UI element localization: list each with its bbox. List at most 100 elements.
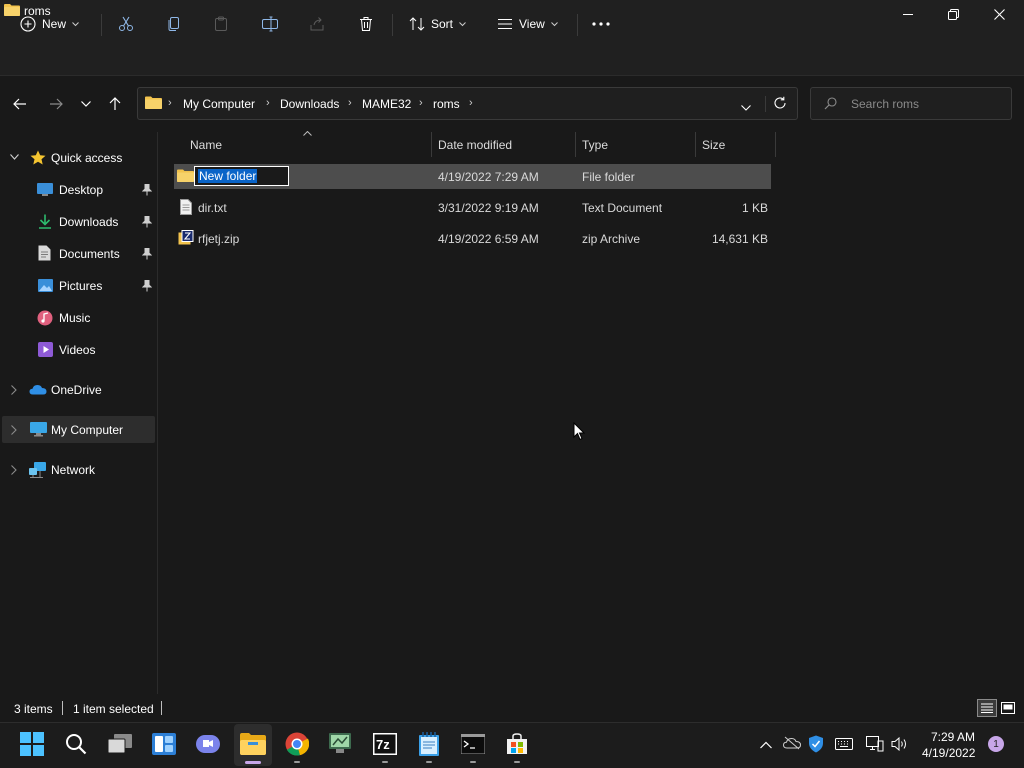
active-app-indicator (245, 761, 261, 764)
file-date: 4/19/2022 7:29 AM (438, 170, 539, 184)
pin-icon (142, 184, 152, 196)
column-header-type[interactable]: Type (582, 138, 608, 152)
sidebar-item-music[interactable]: Music (0, 305, 156, 331)
notification-badge[interactable]: 1 (988, 736, 1004, 752)
terminal-icon (461, 734, 485, 754)
copy-button[interactable] (166, 12, 182, 36)
forward-button[interactable] (46, 94, 66, 114)
widgets-icon (152, 733, 176, 755)
sidebar-item-onedrive[interactable]: OneDrive (0, 377, 156, 403)
chevron-down-icon (81, 101, 91, 107)
rename-input[interactable]: New folder (194, 166, 289, 186)
restore-button[interactable] (930, 0, 976, 28)
close-button[interactable] (976, 0, 1022, 28)
recent-locations-button[interactable] (76, 94, 96, 114)
onedrive-tray-button[interactable] (782, 736, 802, 753)
file-date: 3/31/2022 9:19 AM (438, 201, 539, 215)
running-indicator (426, 761, 432, 763)
file-explorer-taskbar-button[interactable] (240, 731, 266, 757)
folder-icon (4, 4, 20, 16)
sidebar-item-network[interactable]: Network (0, 457, 156, 483)
trash-icon (360, 17, 372, 31)
chevron-down-icon (10, 154, 19, 160)
sidebar-item-pictures[interactable]: Pictures (0, 273, 156, 299)
refresh-button[interactable] (773, 96, 787, 113)
file-date: 4/19/2022 6:59 AM (438, 232, 539, 246)
sidebar-item-desktop[interactable]: Desktop (0, 177, 156, 203)
sidebar-item-downloads[interactable]: Downloads (0, 209, 156, 235)
column-header-size[interactable]: Size (702, 138, 725, 152)
breadcrumb-mame32[interactable]: MAME32 (362, 97, 411, 111)
sidebar-label: Desktop (59, 183, 104, 197)
sort-icon (409, 17, 425, 31)
search-taskbar-button[interactable] (63, 731, 89, 757)
notepad-taskbar-button[interactable] (416, 731, 442, 757)
clock-date[interactable]: 4/19/2022 (922, 746, 975, 760)
breadcrumb-roms[interactable]: roms (433, 97, 460, 111)
chevron-up-icon (760, 741, 772, 749)
folder-icon (145, 96, 162, 109)
sidebar-item-my-computer[interactable]: My Computer (0, 417, 156, 443)
svg-text:7z: 7z (376, 737, 390, 752)
pin-icon (142, 280, 152, 292)
up-button[interactable] (105, 94, 125, 114)
sidebar-label: My Computer (51, 423, 124, 437)
rename-icon (262, 16, 278, 32)
terminal-taskbar-button[interactable] (460, 731, 486, 757)
details-view-button[interactable] (977, 699, 997, 717)
clock-time[interactable]: 7:29 AM (931, 730, 975, 744)
share-button[interactable] (309, 12, 325, 36)
address-history-button[interactable] (741, 100, 751, 114)
column-divider[interactable] (695, 132, 696, 157)
column-divider[interactable] (431, 132, 432, 157)
column-divider[interactable] (775, 132, 776, 157)
sidebar-label: Quick access (51, 151, 123, 165)
keyboard-tray-button[interactable] (835, 738, 853, 753)
sidebar-item-videos[interactable]: Videos (0, 337, 156, 363)
start-button[interactable] (19, 731, 45, 757)
show-hidden-icons-button[interactable] (760, 738, 772, 752)
view-button[interactable]: View (497, 12, 558, 36)
column-header-date[interactable]: Date modified (438, 138, 512, 152)
chrome-taskbar-button[interactable] (284, 731, 310, 757)
breadcrumb-downloads[interactable]: Downloads (280, 97, 339, 111)
breadcrumb-separator: › (419, 97, 423, 109)
restore-icon (947, 8, 959, 20)
toolbar-divider (577, 14, 578, 36)
volume-tray-button[interactable] (891, 736, 909, 754)
text-file-icon (180, 199, 192, 215)
task-view-button[interactable] (107, 731, 133, 757)
chevron-down-icon (741, 105, 751, 111)
paste-button[interactable] (213, 12, 229, 36)
copy-icon (168, 17, 179, 31)
more-options-button[interactable] (592, 12, 610, 36)
windows-logo-icon (20, 732, 44, 756)
sidebar-item-quick-access[interactable]: Quick access (0, 145, 156, 171)
widgets-button[interactable] (151, 731, 177, 757)
new-button[interactable]: New (20, 12, 79, 36)
close-icon (993, 8, 1005, 20)
column-header-name[interactable]: Name (190, 138, 222, 152)
cut-button[interactable] (118, 12, 134, 36)
arrow-up-icon (109, 97, 121, 110)
monitor-app-icon (329, 733, 351, 753)
tiles-view-icon (1001, 702, 1015, 714)
delete-button[interactable] (358, 12, 374, 36)
store-taskbar-button[interactable] (504, 731, 530, 757)
sort-label: Sort (431, 17, 454, 31)
breadcrumb-my-computer[interactable]: My Computer (183, 97, 255, 111)
sidebar-label: Documents (59, 247, 120, 261)
sidebar-item-documents[interactable]: Documents (0, 241, 156, 267)
network-tray-button[interactable] (866, 736, 884, 755)
rename-button[interactable] (261, 12, 279, 36)
security-tray-button[interactable] (808, 735, 824, 756)
large-icons-view-button[interactable] (1000, 700, 1016, 716)
teams-chat-button[interactable] (195, 731, 221, 757)
app-taskbar-button[interactable] (328, 731, 354, 757)
sort-button[interactable]: Sort (409, 12, 466, 36)
7zip-icon: 7z (373, 733, 397, 755)
column-divider[interactable] (575, 132, 576, 157)
minimize-button[interactable] (885, 0, 931, 28)
back-button[interactable] (10, 94, 30, 114)
7zip-taskbar-button[interactable]: 7z (372, 731, 398, 757)
